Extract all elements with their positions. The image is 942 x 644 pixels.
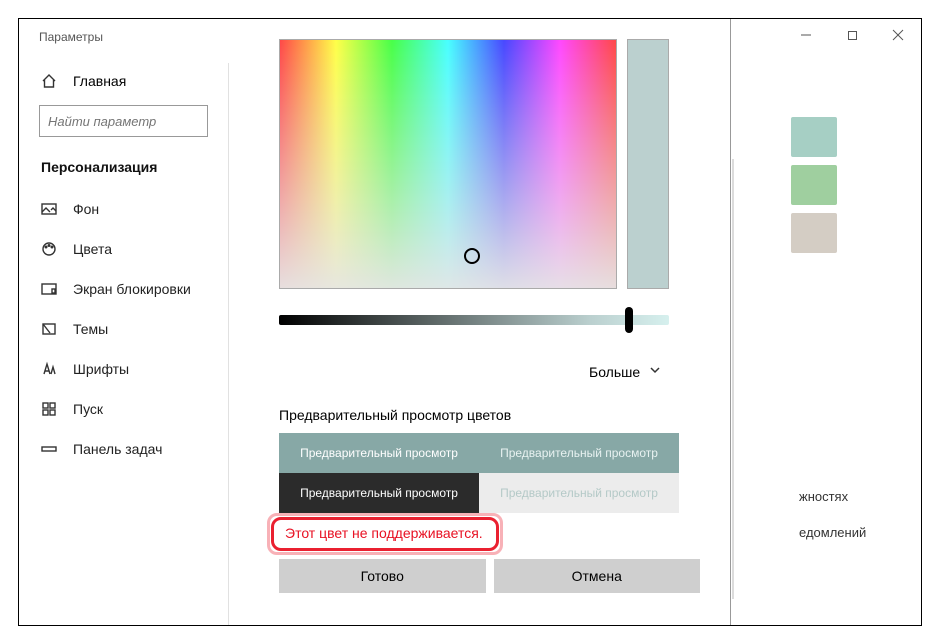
error-message: Этот цвет не поддерживается. (269, 519, 499, 549)
brightness-thumb[interactable] (625, 307, 633, 333)
start-icon (41, 401, 57, 417)
sidebar-item-label: Темы (73, 321, 108, 337)
search-input[interactable] (39, 105, 208, 137)
preview-cell: Предварительный просмотр (479, 433, 679, 473)
preview-cell: Предварительный просмотр (279, 473, 479, 513)
selected-color-preview (627, 39, 669, 289)
obscured-text: едомлений (799, 525, 866, 540)
sidebar-item-label: Пуск (73, 401, 103, 417)
brightness-slider[interactable] (279, 315, 669, 325)
preview-cell: Предварительный просмотр (279, 433, 479, 473)
color-field[interactable] (279, 39, 617, 289)
home-button[interactable]: Главная (19, 63, 228, 99)
sidebar-item-label: Цвета (73, 241, 112, 257)
accent-swatch[interactable] (791, 213, 837, 253)
sidebar: Главная Персонализация Фон Цвета Экран б… (19, 63, 229, 625)
accent-swatch[interactable] (791, 165, 837, 205)
sidebar-item-start[interactable]: Пуск (19, 389, 228, 429)
fonts-icon (41, 361, 57, 377)
preview-section-label: Предварительный просмотр цветов (279, 407, 511, 423)
background-right-column: жностях едомлений (731, 19, 921, 625)
sidebar-item-background[interactable]: Фон (19, 189, 228, 229)
sidebar-item-fonts[interactable]: Шрифты (19, 349, 228, 389)
sidebar-item-lockscreen[interactable]: Экран блокировки (19, 269, 228, 309)
more-label: Больше (589, 364, 640, 380)
window-title: Параметры (19, 30, 103, 44)
palette-icon (41, 241, 57, 257)
sidebar-item-label: Экран блокировки (73, 281, 191, 297)
section-label: Персонализация (19, 149, 228, 189)
settings-window: Параметры Главная Персонализация Фон Цве… (18, 18, 922, 626)
sidebar-item-label: Панель задач (73, 441, 162, 457)
picture-icon (41, 201, 57, 217)
accent-swatch[interactable] (791, 117, 837, 157)
home-icon (41, 73, 57, 89)
sidebar-item-taskbar[interactable]: Панель задач (19, 429, 228, 469)
preview-cell: Предварительный просмотр (479, 473, 679, 513)
sidebar-item-themes[interactable]: Темы (19, 309, 228, 349)
sidebar-item-colors[interactable]: Цвета (19, 229, 228, 269)
search-wrap (19, 99, 228, 149)
lockscreen-icon (41, 281, 57, 297)
ok-button[interactable]: Готово (279, 559, 486, 593)
preview-grid: Предварительный просмотр Предварительный… (279, 433, 679, 513)
themes-icon (41, 321, 57, 337)
cancel-button[interactable]: Отмена (494, 559, 701, 593)
sidebar-item-label: Фон (73, 201, 99, 217)
color-field-cursor[interactable] (464, 248, 480, 264)
dialog-actions: Готово Отмена (279, 559, 700, 593)
color-picker-panel: Больше Предварительный просмотр цветов П… (229, 19, 731, 625)
more-toggle[interactable]: Больше (589, 363, 662, 380)
taskbar-icon (41, 441, 57, 457)
sidebar-item-label: Шрифты (73, 361, 129, 377)
chevron-down-icon (648, 363, 662, 380)
home-label: Главная (73, 73, 126, 89)
obscured-text: жностях (799, 489, 848, 504)
